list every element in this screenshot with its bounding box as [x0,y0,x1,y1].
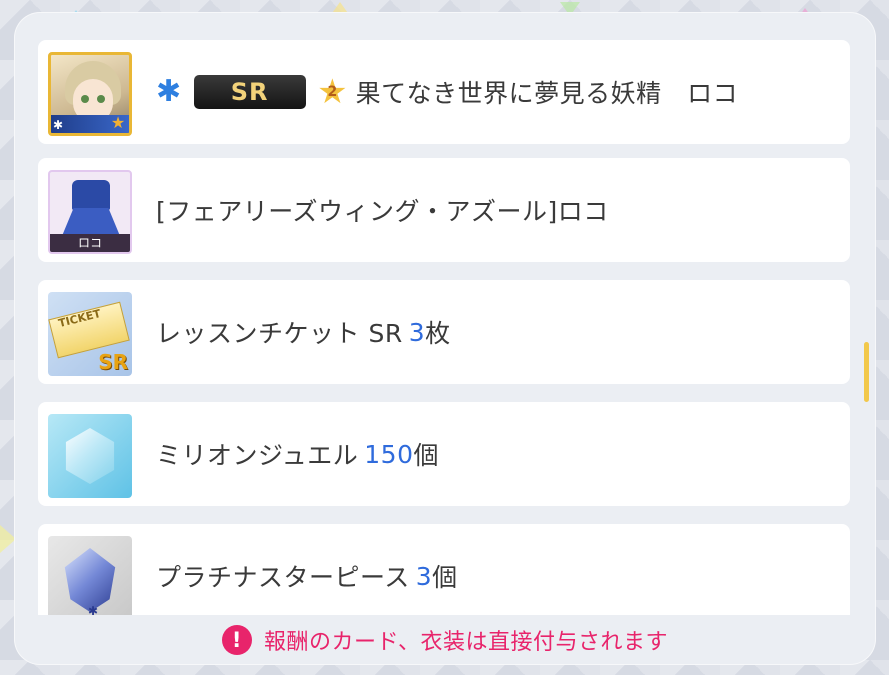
reward-list[interactable]: ✱ ★ ✱ SR ★ 2 果てなき世界に夢見る妖精 ロコ ロコ [フェアリーズウィ… [38,40,858,615]
jewel-icon [65,428,115,484]
notice: ! 報酬のカード、衣装は直接付与されます [14,618,876,662]
jewel-name: ミリオンジュエル [156,441,359,470]
jewel-unit: 個 [413,441,439,470]
card-type-icon: ✱ [53,118,64,132]
scrollbar-thumb[interactable] [864,342,869,402]
snowflake-icon: ✱ [156,74,182,109]
card-info: ✱ SR ★ 2 果てなき世界に夢見る妖精 ロコ [156,40,738,144]
awake-star-icon: ★ 2 [317,72,349,112]
costume-thumb-label: ロコ [50,234,130,252]
piece-thumbnail: ✱ [48,536,132,615]
piece-name: プラチナスターピース [156,563,410,592]
reward-item-piece[interactable]: ✱ プラチナスターピース 3 個 [38,524,850,615]
piece-info: プラチナスターピース 3 個 [156,524,458,615]
ticket-thumb-rarity: SR [98,350,128,374]
rarity-badge: SR [193,75,306,109]
ticket-info: レッスンチケット SR 3 枚 [156,280,451,384]
awake-star-icon: ★ [110,113,126,132]
ticket-thumbnail: TICKET SR [48,292,132,376]
alert-icon: ! [221,625,252,655]
reward-panel: ✱ ★ ✱ SR ★ 2 果てなき世界に夢見る妖精 ロコ ロコ [フェアリーズウィ… [14,12,876,665]
scrollbar-track[interactable] [864,40,870,615]
piece-quantity: 3 [415,561,433,591]
card-eye [97,95,105,103]
reward-item-ticket[interactable]: TICKET SR レッスンチケット SR 3 枚 [38,280,850,384]
piece-mark: ✱ [88,604,99,615]
ticket-name: レッスンチケット SR [156,319,403,348]
piece-unit: 個 [432,563,458,592]
costume-info: [フェアリーズウィング・アズール]ロコ [156,158,609,262]
costume-skirt [62,208,120,236]
awake-level: 2 [327,84,338,100]
costume-top [72,180,110,210]
reward-item-costume[interactable]: ロコ [フェアリーズウィング・アズール]ロコ [38,158,850,262]
notice-text: 報酬のカード、衣装は直接付与されます [263,630,669,655]
costume-title: [フェアリーズウィング・アズール]ロコ [156,197,609,226]
costume-thumbnail: ロコ [48,170,132,254]
card-eye [81,95,89,103]
ticket-quantity: 3 [408,317,426,347]
jewel-thumbnail [48,414,132,498]
jewel-info: ミリオンジュエル 150 個 [156,402,439,506]
card-title: 果てなき世界に夢見る妖精 ロコ [355,79,739,108]
reward-item-jewel[interactable]: ミリオンジュエル 150 個 [38,402,850,506]
platinum-piece-icon [64,548,116,612]
jewel-quantity: 150 [364,439,414,469]
card-thumbnail: ✱ ★ [48,52,132,136]
ticket-unit: 枚 [425,319,451,348]
reward-item-card[interactable]: ✱ ★ ✱ SR ★ 2 果てなき世界に夢見る妖精 ロコ [38,40,850,144]
